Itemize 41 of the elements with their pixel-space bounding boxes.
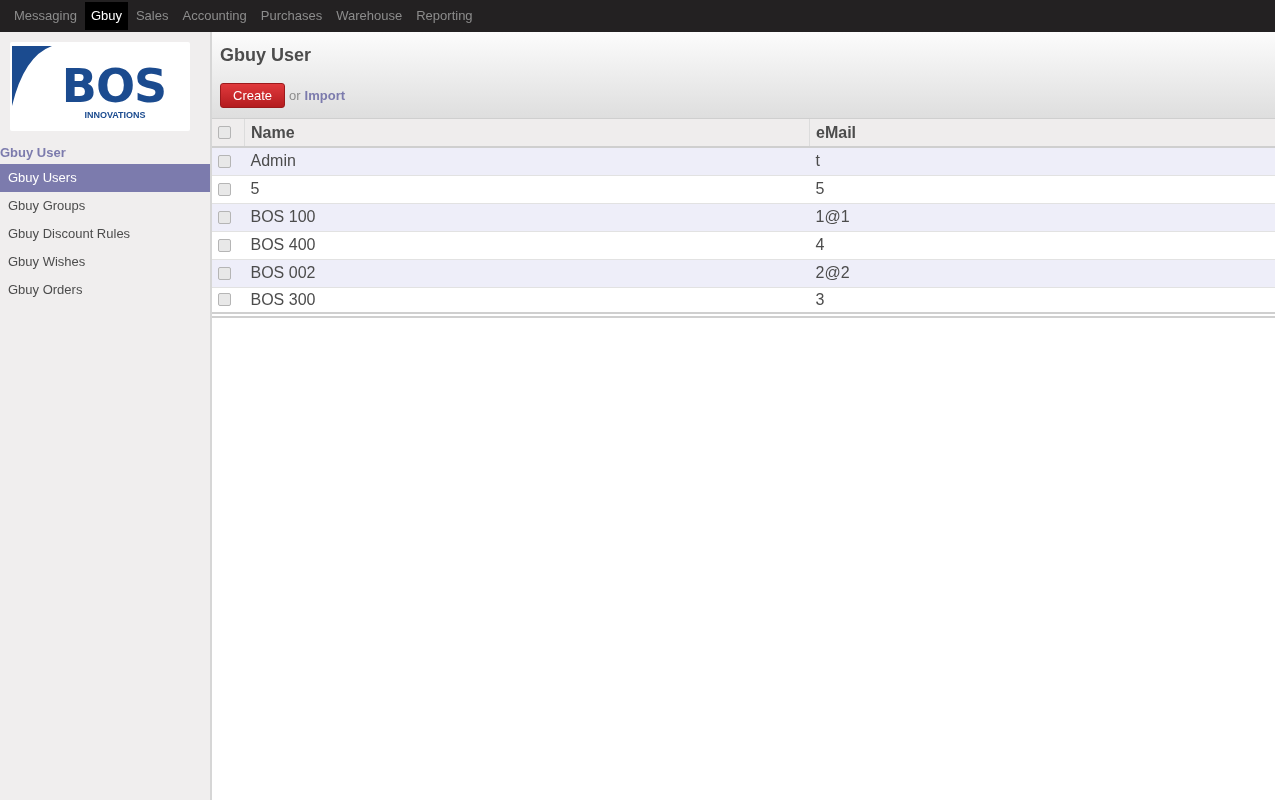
sidebar-item[interactable]: Gbuy Orders	[0, 276, 210, 304]
table-cell: 3	[815, 290, 825, 308]
swoosh-icon	[12, 46, 52, 106]
sidebar-item[interactable]: Gbuy Groups	[0, 192, 210, 220]
table-cell: 1@1	[815, 208, 850, 225]
table-cell: BOS 400	[250, 236, 316, 253]
table-cell: BOS 100	[250, 208, 316, 225]
checkbox[interactable]	[218, 126, 231, 139]
sidebar-item[interactable]: Gbuy Users	[0, 164, 210, 192]
table-cell: 5	[250, 180, 260, 197]
table-cell: 4	[815, 236, 825, 253]
menu-tab[interactable]: Messaging	[8, 2, 83, 30]
table-cell: 2@2	[815, 264, 850, 281]
menu-tab[interactable]: Gbuy	[84, 2, 128, 30]
checkbox[interactable]	[218, 293, 231, 307]
checkbox[interactable]	[218, 238, 231, 252]
table-cell: BOS 300	[250, 290, 316, 308]
checkbox[interactable]	[218, 182, 231, 196]
column-header[interactable]: Name	[251, 123, 295, 141]
sidebar-heading: Gbuy User	[0, 144, 67, 162]
menu-tab[interactable]: Reporting	[410, 2, 479, 30]
sidebar-item[interactable]: Gbuy Wishes	[0, 248, 210, 276]
checkbox[interactable]	[218, 266, 231, 280]
table-cell: Admin	[250, 152, 296, 170]
create-button[interactable]: Create	[220, 83, 286, 108]
menu-tab[interactable]: Purchases	[254, 2, 329, 30]
menu-tab[interactable]: Sales	[129, 2, 175, 30]
column-header[interactable]: eMail	[816, 123, 856, 141]
checkbox[interactable]	[218, 154, 231, 168]
table-cell: BOS 002	[250, 264, 316, 281]
logo-wordmark: BOS	[61, 61, 167, 110]
checkbox[interactable]	[218, 210, 231, 224]
sidebar-item[interactable]: Gbuy Discount Rules	[0, 220, 210, 248]
menu-tab[interactable]: Accounting	[176, 2, 253, 30]
table-cell: 5	[815, 180, 825, 197]
logo-tagline: INNOVATIONS	[84, 109, 146, 120]
import-link[interactable]: Import	[304, 88, 346, 103]
or-text: or	[289, 88, 301, 103]
table-cell: t	[815, 152, 820, 170]
page-title: Gbuy User	[220, 45, 313, 66]
menu-tab[interactable]: Warehouse	[330, 2, 409, 30]
